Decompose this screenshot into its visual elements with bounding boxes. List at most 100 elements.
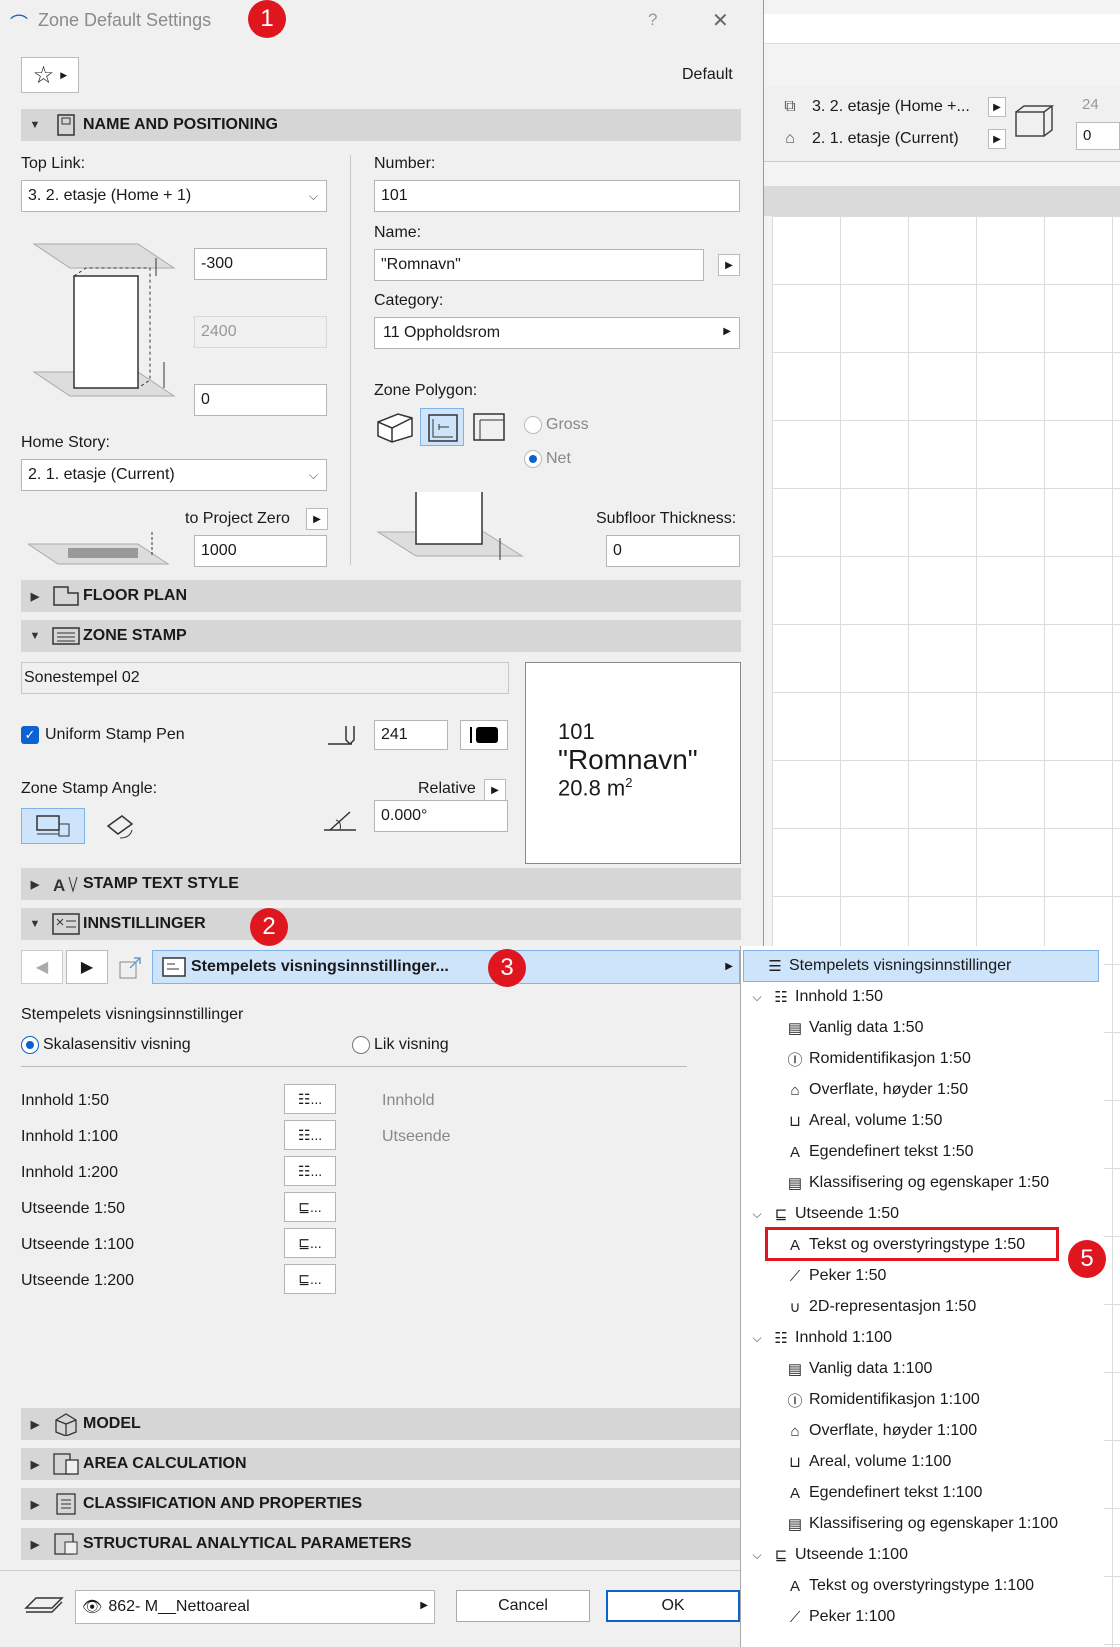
- structural-icon: [49, 1532, 83, 1556]
- tree-group[interactable]: ⌵ ⊑ Utseende 1:50: [747, 1199, 899, 1229]
- page-selector-dropdown[interactable]: Stempelets visningsinnstillinger... ▶: [152, 950, 740, 984]
- classification-icon: [49, 1492, 83, 1516]
- tree-item[interactable]: ⌂ Overflate, høyder 1:100: [781, 1416, 977, 1446]
- innhold-100-button[interactable]: ☷...: [284, 1120, 336, 1150]
- id-icon: Ⓘ: [787, 1051, 803, 1069]
- scale-sensitive-radio[interactable]: Skalasensitiv visning: [21, 1036, 191, 1054]
- arrow-right-icon[interactable]: ▶: [484, 779, 506, 801]
- tree-item[interactable]: ▤ Vanlig data 1:100: [781, 1354, 932, 1384]
- stamp-text-icon: A: [49, 873, 83, 895]
- cancel-button[interactable]: Cancel: [456, 1590, 590, 1622]
- bottom-offset-input[interactable]: 0: [194, 384, 327, 416]
- info-value-2[interactable]: 0: [1076, 122, 1120, 150]
- tree-group[interactable]: ⌵ ⊑ Utseende 1:100: [747, 1540, 908, 1570]
- expand-icon: ▶: [30, 1418, 40, 1431]
- top-offset-input[interactable]: -300: [194, 248, 327, 280]
- net-label: Net: [546, 450, 571, 467]
- tree-item[interactable]: ⊔ Areal, volume 1:100: [781, 1447, 951, 1477]
- innhold-column-label: Innhold: [382, 1092, 435, 1109]
- top-link-label: Top Link:: [21, 155, 86, 172]
- home-story-select[interactable]: 2. 1. etasje (Current) ⌵: [21, 459, 327, 491]
- info-home-row[interactable]: ⌂ 2. 1. etasje (Current) ▶: [768, 126, 1006, 152]
- polygon-3d-button[interactable]: [374, 408, 414, 446]
- link-icon: ⧉: [784, 98, 796, 115]
- section-floor-plan[interactable]: ▶ FLOOR PLAN: [21, 580, 741, 612]
- tree-item-highlighted[interactable]: A Tekst og overstyringstype 1:50: [781, 1230, 1025, 1260]
- section-innstillinger[interactable]: ▼ INNSTILLINGER: [21, 908, 741, 940]
- tree-item[interactable]: ☰ Stempelets visningsinnstillinger: [761, 951, 1011, 981]
- tree-item[interactable]: A Tekst og overstyringstype 1:100: [781, 1571, 1034, 1601]
- tree-label: Romidentifikasjon 1:100: [809, 1391, 980, 1408]
- category-select[interactable]: 11 Oppholdsrom ▶: [374, 317, 740, 349]
- subfloor-input[interactable]: 0: [606, 535, 740, 567]
- workspace-header: [764, 186, 1120, 216]
- ok-button[interactable]: OK: [606, 1590, 740, 1622]
- uniform-pen-checkbox[interactable]: ✓: [21, 726, 39, 744]
- angle-rotate-button[interactable]: [100, 808, 140, 844]
- tree-label: Overflate, høyder 1:50: [809, 1081, 969, 1098]
- utseende-50-button[interactable]: ⊑...: [284, 1192, 336, 1222]
- tree-item[interactable]: Ⓘ Romidentifikasjon 1:50: [781, 1044, 970, 1074]
- prev-page-button[interactable]: ◀: [21, 950, 63, 984]
- angle-input[interactable]: 0.000°: [374, 800, 508, 832]
- area-calc-icon: [49, 1452, 83, 1476]
- name-input[interactable]: "Romnavn": [374, 249, 704, 281]
- polygon-net-button[interactable]: [420, 408, 464, 446]
- arrow-right-icon[interactable]: ▶: [988, 129, 1006, 149]
- to-project-zero-input[interactable]: 1000: [194, 535, 327, 567]
- number-input[interactable]: 101: [374, 180, 740, 212]
- angle-fixed-button[interactable]: [21, 808, 85, 844]
- section-model[interactable]: ▶ MODEL: [21, 1408, 741, 1440]
- close-button[interactable]: ✕: [712, 8, 729, 33]
- help-button[interactable]: ?: [648, 10, 657, 30]
- tree-item[interactable]: ⊔ Areal, volume 1:50: [781, 1106, 942, 1136]
- gross-radio[interactable]: Gross: [524, 416, 589, 434]
- tree-item[interactable]: ⟋ Peker 1:50: [781, 1261, 887, 1291]
- pen-color-button[interactable]: [460, 720, 508, 750]
- tree-item[interactable]: ⟋ Peker 1:100: [781, 1602, 896, 1632]
- tree-item[interactable]: A Egendefinert tekst 1:100: [781, 1478, 982, 1508]
- innhold-200-button[interactable]: ☷...: [284, 1156, 336, 1186]
- preview-area-unit-sup: 2: [625, 775, 633, 790]
- polygon-gross-button[interactable]: [470, 408, 510, 446]
- layer-icon: [22, 1590, 66, 1618]
- innhold-50-button[interactable]: ☷...: [284, 1084, 336, 1114]
- tree-item[interactable]: ▤ Klassifisering og egenskaper 1:50: [781, 1168, 1049, 1198]
- arrow-right-icon[interactable]: ▶: [718, 254, 740, 276]
- arrow-right-icon[interactable]: ▶: [306, 508, 328, 530]
- preview-area: 20.8 m: [558, 775, 626, 801]
- section-zone-stamp[interactable]: ▼ ZONE STAMP: [21, 620, 741, 652]
- section-classification-properties[interactable]: ▶ CLASSIFICATION AND PROPERTIES: [21, 1488, 741, 1520]
- table-icon: ▤: [787, 1361, 803, 1378]
- section-area-calculation[interactable]: ▶ AREA CALCULATION: [21, 1448, 741, 1480]
- stamp-settings-icon: [157, 956, 191, 978]
- utseende-100-button[interactable]: ⊑...: [284, 1228, 336, 1258]
- arrow-right-icon[interactable]: ▶: [988, 97, 1006, 117]
- section-stamp-text-style[interactable]: ▶ A STAMP TEXT STYLE: [21, 868, 741, 900]
- export-icon[interactable]: [116, 952, 146, 982]
- tree-item[interactable]: ∪ 2D-representasjon 1:50: [781, 1292, 977, 1322]
- tree-item[interactable]: ▤ Klassifisering og egenskaper 1:100: [781, 1509, 1058, 1539]
- tree-group[interactable]: ⌵ ☷ Innhold 1:50: [747, 982, 883, 1012]
- tree-group[interactable]: ⌵ ☷ Innhold 1:100: [747, 1323, 892, 1353]
- document-icon: ▤: [787, 1175, 803, 1192]
- stamp-name-field[interactable]: Sonestempel 02: [21, 662, 509, 694]
- layer-select[interactable]: 👁 862- M__Nettoareal ▶: [75, 1590, 435, 1624]
- list-icon: ☷: [297, 1126, 311, 1143]
- utseende-200-button[interactable]: ⊑...: [284, 1264, 336, 1294]
- tree-item[interactable]: A Egendefinert tekst 1:50: [781, 1137, 974, 1167]
- top-link-select[interactable]: 3. 2. etasje (Home + 1) ⌵: [21, 180, 327, 212]
- section-name-positioning[interactable]: ▼ NAME AND POSITIONING: [21, 109, 741, 141]
- tree-item[interactable]: ▤ Vanlig data 1:50: [781, 1013, 924, 1043]
- info-top-link-row[interactable]: ⧉ 3. 2. etasje (Home +... ▶: [768, 94, 1006, 120]
- pen-number-input[interactable]: 241: [374, 720, 448, 750]
- tree-item[interactable]: Ⓘ Romidentifikasjon 1:100: [781, 1385, 980, 1415]
- net-radio[interactable]: Net: [524, 450, 571, 468]
- dots: ...: [310, 1199, 322, 1215]
- favorites-button[interactable]: ☆ ▶: [21, 57, 79, 93]
- same-view-radio[interactable]: Lik visning: [352, 1036, 449, 1054]
- expand-icon: ▶: [30, 590, 40, 603]
- section-structural-analytical[interactable]: ▶ STRUCTURAL ANALYTICAL PARAMETERS: [21, 1528, 741, 1560]
- next-page-button[interactable]: ▶: [66, 950, 108, 984]
- tree-item[interactable]: ⌂ Overflate, høyder 1:50: [781, 1075, 968, 1105]
